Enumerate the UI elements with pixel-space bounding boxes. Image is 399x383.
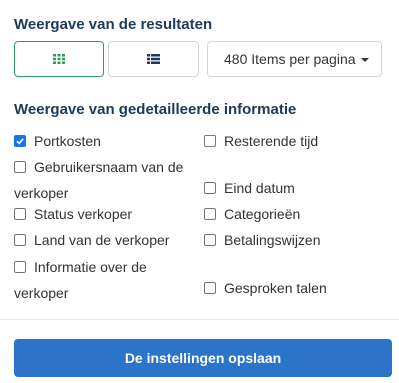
checkbox-land-verkoper[interactable] bbox=[14, 234, 26, 246]
checkbox-categorieen[interactable] bbox=[204, 208, 216, 220]
chevron-down-icon bbox=[361, 58, 369, 62]
save-settings-button[interactable]: De instellingen opslaan bbox=[14, 339, 392, 377]
checkbox-resterende-tijd[interactable] bbox=[204, 135, 216, 147]
option-label: Gesproken talen bbox=[224, 280, 327, 296]
option-label: Informatie over de verkoper bbox=[14, 259, 147, 301]
option-label: Land van de verkoper bbox=[34, 232, 170, 248]
checkbox-portkosten[interactable] bbox=[14, 135, 26, 147]
option-land-verkoper[interactable]: Land van de verkoper bbox=[14, 227, 169, 253]
option-label: Status verkoper bbox=[34, 206, 133, 222]
checkbox-informatie-verkoper[interactable] bbox=[14, 261, 26, 273]
checkbox-gesproken-talen[interactable] bbox=[204, 282, 216, 294]
results-view-heading: Weergave van de resultaten bbox=[14, 16, 213, 33]
option-gesproken-talen[interactable]: Gesproken talen bbox=[204, 275, 327, 301]
option-label: Eind datum bbox=[224, 180, 295, 196]
items-per-page-select[interactable]: 480 Items per pagina bbox=[207, 41, 382, 77]
grid-icon bbox=[53, 54, 65, 64]
grid-view-button[interactable] bbox=[14, 41, 104, 77]
checkbox-status-verkoper[interactable] bbox=[14, 208, 26, 220]
option-gebruikersnaam[interactable]: Gebruikersnaam van de verkoper bbox=[14, 154, 199, 206]
option-label: Gebruikersnaam van de verkoper bbox=[14, 159, 184, 201]
option-label: Resterende tijd bbox=[224, 133, 319, 149]
option-status-verkoper[interactable]: Status verkoper bbox=[14, 201, 132, 227]
checkmark-icon bbox=[16, 138, 24, 145]
option-label: Portkosten bbox=[34, 133, 101, 149]
option-categorieen[interactable]: Categorieën bbox=[204, 201, 300, 227]
checkbox-eind-datum[interactable] bbox=[204, 182, 216, 194]
option-resterende-tijd[interactable]: Resterende tijd bbox=[204, 128, 318, 154]
items-per-page-value: 480 Items per pagina bbox=[224, 51, 356, 67]
list-view-button[interactable] bbox=[108, 41, 199, 77]
option-label: Betalingswijzen bbox=[224, 232, 321, 248]
detail-view-heading: Weergave van gedetailleerde informatie bbox=[14, 101, 297, 118]
checkbox-gebruikersnaam[interactable] bbox=[14, 161, 26, 173]
option-informatie-verkoper[interactable]: Informatie over de verkoper bbox=[14, 254, 199, 306]
list-icon bbox=[147, 54, 160, 64]
checkbox-betalingswijzen[interactable] bbox=[204, 234, 216, 246]
option-betalingswijzen[interactable]: Betalingswijzen bbox=[204, 227, 321, 253]
option-portkosten[interactable]: Portkosten bbox=[14, 128, 101, 154]
option-eind-datum[interactable]: Eind datum bbox=[204, 175, 295, 201]
option-label: Categorieën bbox=[224, 206, 301, 222]
divider bbox=[0, 319, 399, 320]
